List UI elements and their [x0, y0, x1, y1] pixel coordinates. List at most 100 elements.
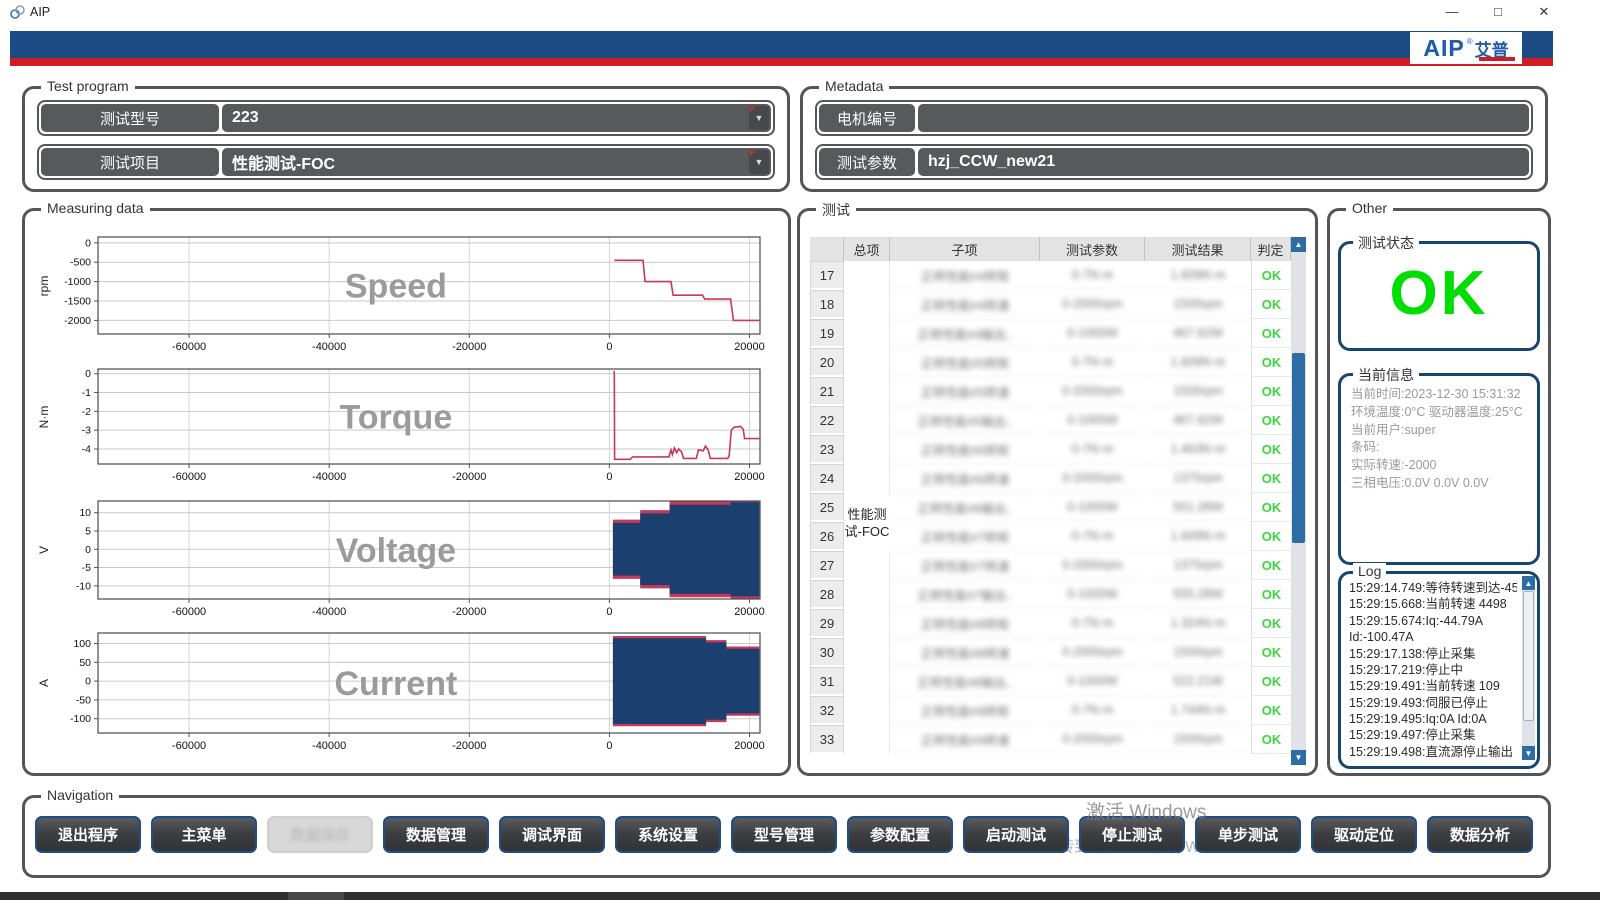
test-status-box: 测试状态 OK — [1338, 241, 1540, 351]
nav-button-启动测试[interactable]: 启动测试 — [963, 816, 1069, 853]
log-line: 15:29:15.674:Iq:-44.79A — [1349, 613, 1517, 629]
table-row[interactable]: 21正转性能#5转速0-2000rpm1500rpmOK — [810, 377, 1291, 406]
cell-item: 正转性能#6转速 — [890, 464, 1040, 493]
row-number: 18 — [810, 290, 844, 319]
windows-activation-watermark: 激活 Windows — [1086, 797, 1206, 824]
svg-text:0: 0 — [606, 740, 612, 752]
test-item-combobox[interactable]: 性能测试-FOC ▼ — [222, 148, 771, 176]
svg-text:-60000: -60000 — [172, 606, 206, 618]
cell-verdict: OK — [1251, 464, 1291, 493]
cell-param: 0-7N·m — [1040, 609, 1145, 638]
table-row[interactable]: 17正转性能#4转矩0-7N·m1.609N·mOK — [810, 261, 1291, 290]
scroll-down-icon[interactable]: ▼ — [1291, 750, 1306, 765]
row-number: 27 — [810, 551, 844, 580]
nav-button-主菜单[interactable]: 主菜单 — [151, 816, 257, 853]
nav-button-型号管理[interactable]: 型号管理 — [731, 816, 837, 853]
nav-button-label: 参数配置 — [870, 824, 930, 845]
table-row[interactable]: 20正转性能#5转矩0-7N·m1.609N·mOK — [810, 348, 1291, 377]
motor-id-field[interactable] — [918, 104, 1529, 132]
table-row[interactable]: 28正转性能#7输出..0-1000W555.28WOK — [810, 580, 1291, 609]
scroll-down-icon[interactable]: ▼ — [1522, 746, 1535, 760]
row-number: 20 — [810, 348, 844, 377]
nav-button-label: 数据保存 — [290, 824, 350, 845]
cell-group — [844, 377, 890, 406]
nav-button-数据管理[interactable]: 数据管理 — [383, 816, 489, 853]
nav-button-label: 调试界面 — [522, 824, 582, 845]
svg-text:-20000: -20000 — [452, 606, 486, 618]
table-row[interactable]: 18正转性能#4转速0-2000rpm1500rpmOK — [810, 290, 1291, 319]
table-row[interactable]: 19正转性能#4输出..0-1000W467.62WOK — [810, 319, 1291, 348]
table-scrollbar[interactable]: ▲ ▼ — [1291, 237, 1306, 765]
cell-verdict: OK — [1251, 725, 1291, 754]
log-scrollbar[interactable]: ▲ ▼ — [1522, 576, 1535, 760]
cell-group — [844, 348, 890, 377]
banner-blue-bar — [10, 31, 1553, 58]
svg-text:-60000: -60000 — [172, 740, 206, 752]
cell-verdict: OK — [1251, 638, 1291, 667]
table-row[interactable]: 29正转性能#8转矩0-7N·m1.324N·mOK — [810, 609, 1291, 638]
nav-button-退出程序[interactable]: 退出程序 — [35, 816, 141, 853]
minimize-button[interactable]: — — [1432, 0, 1472, 24]
svg-text:50: 50 — [79, 657, 91, 669]
nav-button-参数配置[interactable]: 参数配置 — [847, 816, 953, 853]
table-row[interactable]: 22正转性能#5输出..0-1000W467.62WOK — [810, 406, 1291, 435]
row-number: 24 — [810, 464, 844, 493]
test-program-group: Test program 测试型号 223 ▼ 测试项目 性能测试-FOC ▼ — [22, 86, 790, 192]
scroll-up-icon[interactable]: ▲ — [1522, 576, 1535, 590]
cell-item: 正转性能#8转速 — [890, 638, 1040, 667]
table-row[interactable]: 30正转性能#8转速0-2000rpm1500rpmOK — [810, 638, 1291, 667]
chart-current: -60000-40000-20000020000100500-50-100Cur… — [51, 631, 799, 761]
chevron-down-icon[interactable]: ▼ — [749, 106, 769, 130]
nav-button-单步测试[interactable]: 单步测试 — [1195, 816, 1301, 853]
test-params-label: 测试参数 — [819, 148, 915, 176]
scroll-up-icon[interactable]: ▲ — [1291, 237, 1306, 252]
chevron-down-icon[interactable]: ▼ — [749, 150, 769, 174]
table-row[interactable]: 27正转性能#7转速0-2000rpm1375rpmOK — [810, 551, 1291, 580]
scrollbar-thumb[interactable] — [1523, 591, 1534, 721]
svg-text:-4: -4 — [82, 443, 91, 455]
table-row[interactable]: 24正转性能#6转速0-2000rpm1375rpmOK — [810, 464, 1291, 493]
table-row[interactable]: 33正转性能#9转速0-2000rpm1500rpmOK — [810, 725, 1291, 754]
nav-button-label: 数据分析 — [1450, 824, 1510, 845]
nav-button-调试界面[interactable]: 调试界面 — [499, 816, 605, 853]
svg-text:-40000: -40000 — [312, 471, 346, 483]
svg-text:-40000: -40000 — [312, 740, 346, 752]
banner-red-stripe — [10, 58, 1553, 66]
cell-result: 467.62W — [1145, 319, 1251, 348]
nav-button-数据分析[interactable]: 数据分析 — [1427, 816, 1533, 853]
log-line: 15:29:14.749:等待转速到达-4500 — [1349, 580, 1517, 596]
nav-button-label: 驱动定位 — [1334, 824, 1394, 845]
close-button[interactable]: ✕ — [1524, 0, 1564, 24]
maximize-button[interactable]: □ — [1478, 0, 1518, 24]
taskbar-sliver — [0, 892, 1600, 900]
cell-param: 0-7N·m — [1040, 261, 1145, 290]
axis-unit-label: A — [37, 653, 57, 713]
scrollbar-thumb[interactable] — [1292, 353, 1305, 543]
svg-text:-60000: -60000 — [172, 341, 206, 353]
model-value: 223 — [232, 109, 259, 127]
model-combobox[interactable]: 223 ▼ — [222, 104, 771, 132]
chart-voltage: -60000-40000-200000200001050-5-10Voltage — [51, 499, 799, 627]
cell-item: 正转性能#9转矩 — [890, 696, 1040, 725]
cell-result: 1500rpm — [1145, 377, 1251, 406]
table-row[interactable]: 32正转性能#9转矩0-7N·m1.744N·mOK — [810, 696, 1291, 725]
current-info-box: 当前信息 当前时间:2023-12-30 15:31:32环境温度:0°C 驱动… — [1338, 373, 1540, 565]
other-group: Other 测试状态 OK 当前信息 当前时间:2023-12-30 15:31… — [1327, 208, 1551, 776]
table-row[interactable]: 31正转性能#8输出..0-1000W522.21WOK — [810, 667, 1291, 696]
nav-button-驱动定位[interactable]: 驱动定位 — [1311, 816, 1417, 853]
svg-text:-20000: -20000 — [452, 341, 486, 353]
row-number: 26 — [810, 522, 844, 551]
logo-registered-mark: ® — [1467, 37, 1473, 46]
chart-speed: -60000-40000-200000200000-500-1000-1500-… — [51, 235, 799, 362]
test-params-field[interactable]: hzj_CCW_new21 — [918, 148, 1529, 176]
column-header: 子项 — [890, 237, 1040, 261]
cell-param: 0-1000W — [1040, 493, 1145, 522]
svg-text:-1000: -1000 — [64, 276, 91, 288]
cell-item: 正转性能#5转矩 — [890, 348, 1040, 377]
table-row[interactable]: 23正转性能#6转矩0-7N·m1.463N·mOK — [810, 435, 1291, 464]
svg-text:-1: -1 — [82, 387, 91, 399]
nav-button-label: 单步测试 — [1218, 824, 1278, 845]
logo-red-underline — [1479, 57, 1515, 61]
cell-param: 0-1000W — [1040, 667, 1145, 696]
nav-button-系统设置[interactable]: 系统设置 — [615, 816, 721, 853]
